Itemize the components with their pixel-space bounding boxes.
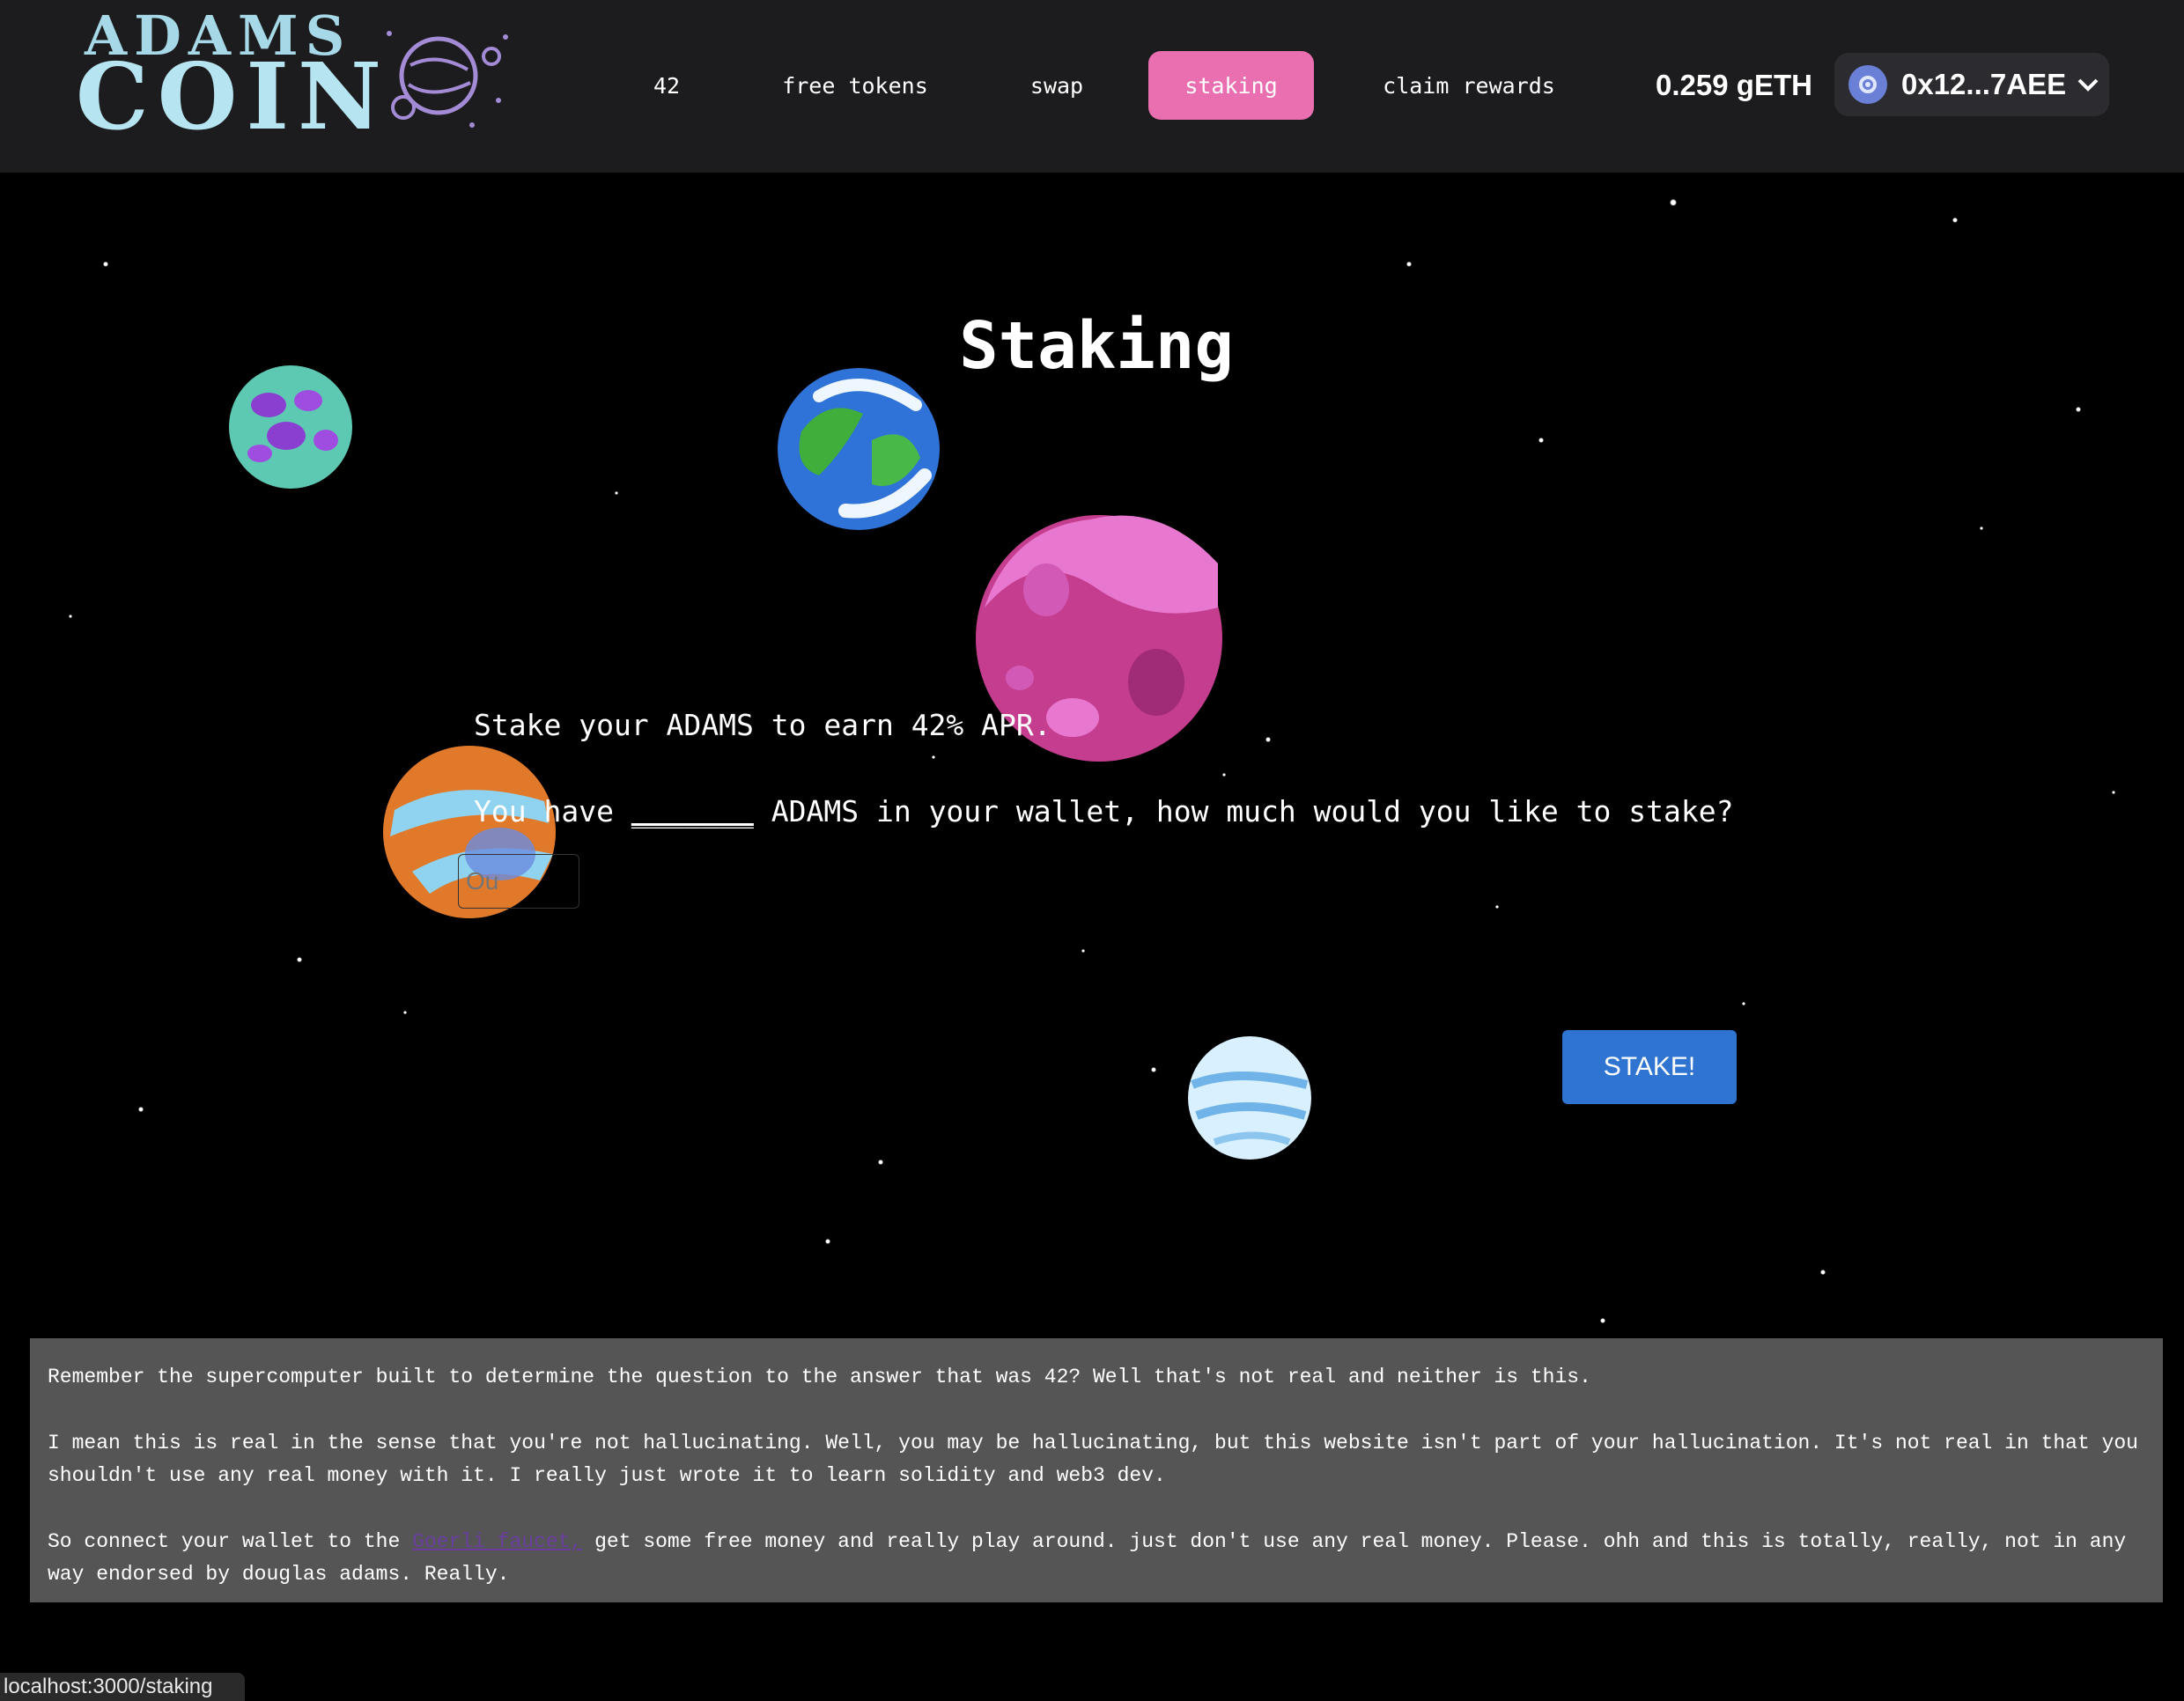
ice-planet-icon [1188, 1036, 1311, 1160]
prompt-text-before: You have [474, 794, 631, 828]
staking-intro-text: Stake your ADAMS to earn 42% APR. [474, 708, 1051, 742]
wallet-avatar-icon [1848, 65, 1887, 104]
chevron-down-icon [2077, 78, 2099, 92]
earth-planet-icon [778, 368, 940, 530]
disclaimer-text-before-link: So connect your wallet to the [48, 1530, 413, 1553]
adams-coin-logo[interactable]: ADAMS COIN [76, 4, 516, 144]
disclaimer-paragraph-2: I mean this is real in the sense that yo… [48, 1432, 2138, 1487]
purple-asteroid-planet-icon [229, 365, 352, 489]
planet-logo-icon [387, 31, 508, 128]
disclaimer-paragraph-1: Remember the supercomputer built to dete… [48, 1366, 1591, 1388]
stake-amount-input[interactable] [458, 854, 579, 909]
goerli-faucet-link[interactable]: Goerli faucet, [412, 1530, 582, 1553]
staking-prompt: You have _______ ADAMS in your wallet, h… [474, 794, 1733, 828]
nav-item-claim-rewards[interactable]: claim rewards [1363, 51, 1575, 120]
nav-item-free-tokens[interactable]: free tokens [759, 51, 951, 120]
nav-item-staking[interactable]: staking [1148, 51, 1314, 120]
nav-item-swap[interactable]: swap [1009, 51, 1104, 120]
browser-status-url: localhost:3000/staking [0, 1673, 245, 1701]
logo-text-coin: COIN [76, 42, 391, 151]
nav-item-42[interactable]: 42 [634, 51, 699, 120]
stake-button[interactable]: STAKE! [1562, 1030, 1737, 1104]
page-title: Staking [959, 308, 1234, 384]
disclaimer-paragraph-3: So connect your wallet to the Goerli fau… [48, 1526, 2145, 1591]
disclaimer-panel: Remember the supercomputer built to dete… [30, 1338, 2163, 1602]
wallet-balance-blank: _______ [631, 794, 754, 828]
eth-balance[interactable]: 0.259 gETH [1636, 51, 1832, 120]
top-navigation-bar: ADAMS COIN 42 free tokens swap staking c… [0, 0, 2184, 173]
wallet-address: 0x12...7AEE [1901, 68, 2067, 100]
account-button[interactable]: 0x12...7AEE [1834, 53, 2109, 116]
prompt-text-after: ADAMS in your wallet, how much would you… [753, 794, 1734, 828]
